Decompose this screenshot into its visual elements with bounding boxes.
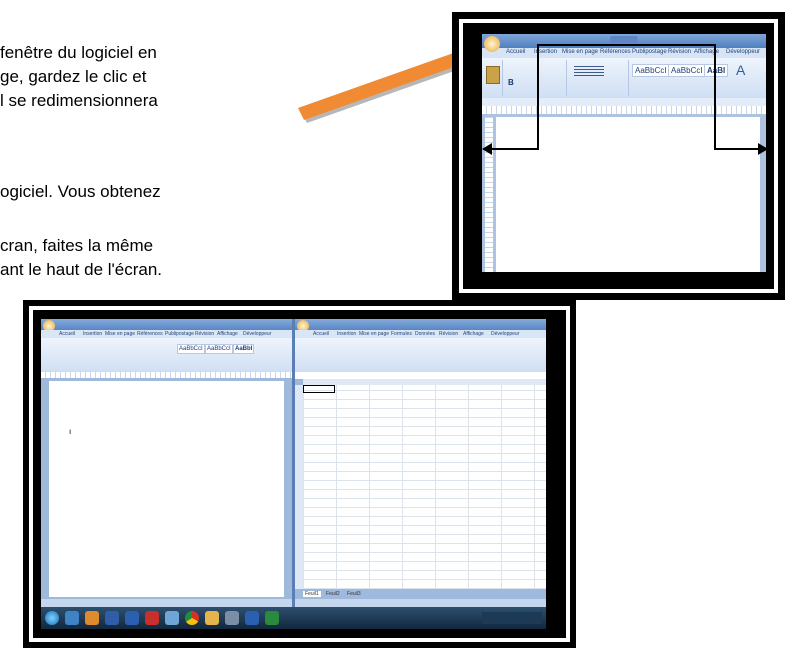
- document-page[interactable]: [496, 117, 760, 272]
- text-cursor: ı: [69, 427, 72, 436]
- sheet-tabs: Feuil1 Feuil2 Feuil3: [303, 591, 363, 597]
- word-icon[interactable]: [125, 611, 139, 625]
- word-title-text: [610, 36, 638, 43]
- paste-icon[interactable]: [486, 66, 500, 84]
- word-tab[interactable]: Développeur: [726, 49, 760, 55]
- paragraph-line-3: l se redimensionnera: [0, 91, 158, 110]
- media-icon[interactable]: [85, 611, 99, 625]
- word-tab[interactable]: Révision: [668, 49, 691, 55]
- right-status-bar: [295, 599, 546, 607]
- left-tab[interactable]: Insertion: [83, 331, 102, 337]
- pdf-icon[interactable]: [145, 611, 159, 625]
- paragraph-line-1: fenêtre du logiciel en: [0, 43, 157, 62]
- right-ribbon: [295, 338, 546, 373]
- excel-icon[interactable]: [265, 611, 279, 625]
- word-tab[interactable]: Références: [600, 49, 631, 55]
- right-tab[interactable]: Données: [415, 331, 435, 337]
- right-tab[interactable]: Révision: [439, 331, 458, 337]
- left-status-bar: [41, 599, 292, 607]
- left-arrow: [492, 148, 539, 150]
- word-ribbon: B AaBbCcI AaBbCcI AaBl A: [482, 58, 766, 99]
- right-tab[interactable]: Insertion: [337, 331, 356, 337]
- right-tab[interactable]: Affichage: [463, 331, 484, 337]
- left-tabs: Accueil Insertion Mise en page Référence…: [41, 330, 292, 338]
- left-style-normal[interactable]: AaBbCcI: [177, 344, 205, 354]
- style-no-spacing[interactable]: AaBbCcI: [668, 64, 706, 77]
- explorer-icon[interactable]: [65, 611, 79, 625]
- start-orb-icon[interactable]: [45, 611, 59, 625]
- right-tab[interactable]: Accueil: [313, 331, 329, 337]
- settings-icon[interactable]: [225, 611, 239, 625]
- folder-icon[interactable]: [205, 611, 219, 625]
- left-tab[interactable]: Affichage: [217, 331, 238, 337]
- find-icon[interactable]: A: [736, 62, 745, 78]
- word-tab[interactable]: Accueil: [506, 49, 525, 55]
- split-screen-screenshot: Accueil Insertion Mise en page Référence…: [41, 319, 546, 629]
- paint-icon[interactable]: [165, 611, 179, 625]
- left-arrowhead-icon: [482, 143, 492, 155]
- sheet-tab[interactable]: Feuil2: [324, 591, 342, 597]
- word-tabs: Accueil Insertion Mise en page Référence…: [482, 48, 766, 58]
- spreadsheet-grid[interactable]: [303, 385, 546, 589]
- paragraph-line-6: ant le haut de l'écran.: [0, 260, 163, 279]
- left-tab[interactable]: Révision: [195, 331, 214, 337]
- document-area: [482, 114, 766, 272]
- paragraph-line-2: ge, gardez le clic et: [0, 67, 147, 86]
- left-tab[interactable]: Publipostage: [165, 331, 194, 337]
- left-tab[interactable]: Références: [137, 331, 163, 337]
- left-tab[interactable]: Développeur: [243, 331, 271, 337]
- office-button-icon[interactable]: [484, 36, 500, 52]
- word-icon-2[interactable]: [245, 611, 259, 625]
- left-tab[interactable]: Accueil: [59, 331, 75, 337]
- paragraph-line-4: ogiciel. Vous obtenez: [0, 182, 161, 201]
- left-ruler: [41, 372, 292, 378]
- row-headers: [295, 385, 303, 589]
- bold-icon[interactable]: B: [508, 78, 514, 87]
- right-tab[interactable]: Formules: [391, 331, 412, 337]
- left-title-bar: [41, 319, 292, 330]
- system-tray: [482, 612, 542, 624]
- align-icon[interactable]: [574, 66, 604, 76]
- quick-access-bar: [482, 98, 766, 106]
- right-title-bar: [295, 319, 546, 330]
- style-normal[interactable]: AaBbCcI: [632, 64, 670, 77]
- right-tab[interactable]: Développeur: [491, 331, 519, 337]
- left-tab[interactable]: Mise en page: [105, 331, 135, 337]
- word-tab[interactable]: Publipostage: [632, 49, 667, 55]
- windows-taskbar: [41, 607, 546, 629]
- style-heading[interactable]: AaBl: [704, 64, 729, 77]
- right-arrowhead-icon: [758, 143, 768, 155]
- browser-icon[interactable]: [105, 611, 119, 625]
- left-style-no-spacing[interactable]: AaBbCcI: [205, 344, 233, 354]
- word-tab[interactable]: Mise en page: [562, 49, 598, 55]
- left-style-heading[interactable]: AaBbI: [233, 344, 255, 354]
- paragraph-line-5: cran, faites la même: [0, 236, 154, 255]
- sheet-tab[interactable]: Feuil3: [345, 591, 363, 597]
- right-tab[interactable]: Mise en page: [359, 331, 389, 337]
- chrome-icon[interactable]: [185, 611, 199, 625]
- right-tabs: Accueil Insertion Mise en page Formules …: [295, 330, 546, 338]
- selected-cell[interactable]: [303, 385, 335, 393]
- word-window-screenshot: Accueil Insertion Mise en page Référence…: [482, 34, 766, 272]
- left-ribbon: AaBbCcI AaBbCcI AaBbI: [41, 338, 292, 373]
- sheet-tab[interactable]: Feuil1: [303, 591, 321, 597]
- left-document-page[interactable]: ı: [49, 381, 284, 597]
- right-arrow: [714, 148, 760, 150]
